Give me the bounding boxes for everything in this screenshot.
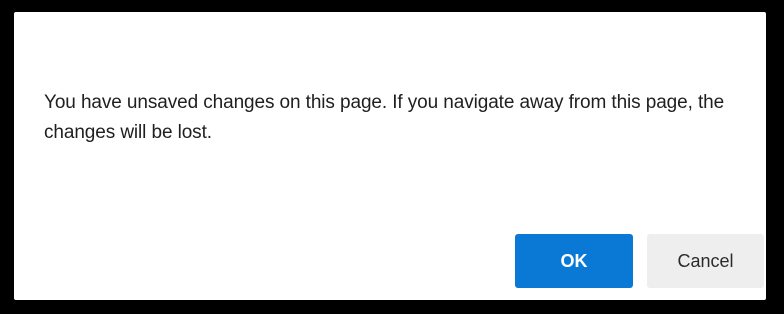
dialog-frame: You have unsaved changes on this page. I… bbox=[0, 0, 784, 314]
ok-button[interactable]: OK bbox=[515, 234, 633, 288]
unsaved-changes-dialog: You have unsaved changes on this page. I… bbox=[14, 12, 766, 300]
dialog-message: You have unsaved changes on this page. I… bbox=[44, 92, 725, 143]
cancel-button[interactable]: Cancel bbox=[647, 234, 764, 288]
